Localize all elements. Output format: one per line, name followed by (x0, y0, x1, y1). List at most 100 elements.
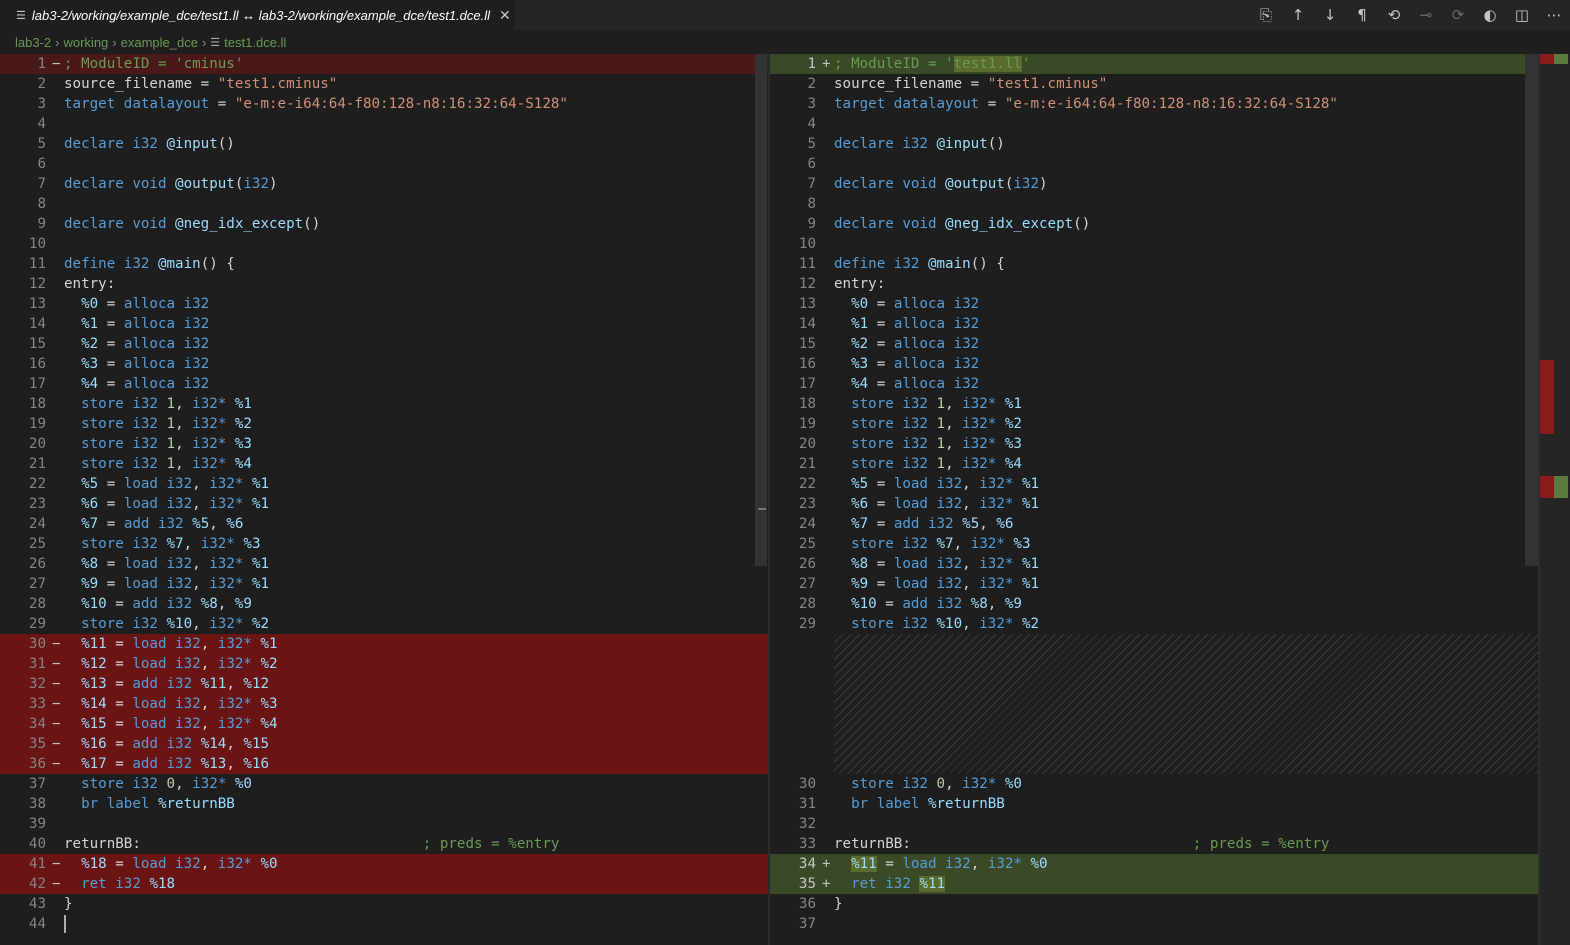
code-line[interactable]: 3 target datalayout = "e-m:e-i64:64-f80:1… (0, 94, 768, 114)
code-line[interactable]: 28 %10 = add i32 %8, %9 (770, 594, 1540, 614)
code-line[interactable]: 36− %17 = add i32 %13, %16 (0, 754, 768, 774)
code-line[interactable]: 16 %3 = alloca i32 (0, 354, 768, 374)
code-line[interactable]: 20 store i32 1, i32* %3 (0, 434, 768, 454)
code-line[interactable]: 18 store i32 1, i32* %1 (770, 394, 1540, 414)
breadcrumb-item[interactable]: lab3-2 (15, 35, 51, 50)
compare-icon[interactable]: ◐ (1474, 0, 1506, 30)
code-line[interactable]: 19 store i32 1, i32* %2 (0, 414, 768, 434)
code-line[interactable]: 4 (0, 114, 768, 134)
code-line[interactable]: 16 %3 = alloca i32 (770, 354, 1540, 374)
code-line[interactable]: 44 (0, 914, 768, 934)
toggle-whitespace-icon[interactable]: ¶ (1346, 0, 1378, 30)
code-line[interactable]: 18 store i32 1, i32* %1 (0, 394, 768, 414)
code-line[interactable]: 31− %12 = load i32, i32* %2 (0, 654, 768, 674)
code-line[interactable]: 38 br label %returnBB (0, 794, 768, 814)
code-line[interactable]: 32 (770, 814, 1540, 834)
code-line[interactable]: 10 (770, 234, 1540, 254)
code-line[interactable]: 23 %6 = load i32, i32* %1 (770, 494, 1540, 514)
code-line[interactable]: 33 returnBB: ; preds = %entry (770, 834, 1540, 854)
code-line[interactable]: 34− %15 = load i32, i32* %4 (0, 714, 768, 734)
next-change-icon[interactable]: ↓ (1314, 0, 1346, 30)
right-scrollbar[interactable] (1525, 54, 1539, 566)
code-line[interactable]: 13 %0 = alloca i32 (770, 294, 1540, 314)
breadcrumb-item[interactable]: working (63, 35, 108, 50)
revert-right-icon[interactable]: ⟳ (1442, 0, 1474, 30)
previous-change-icon[interactable]: ↑ (1282, 0, 1314, 30)
tab-diff-editor[interactable]: ☰ lab3-2/working/example_dce/test1.ll ↔ … (0, 0, 515, 30)
code-line[interactable]: 22 %5 = load i32, i32* %1 (770, 474, 1540, 494)
code-line[interactable]: 32− %13 = add i32 %11, %12 (0, 674, 768, 694)
code-line[interactable]: 33− %14 = load i32, i32* %3 (0, 694, 768, 714)
code-line[interactable]: 29 store i32 %10, i32* %2 (0, 614, 768, 634)
code-line[interactable]: 43} (0, 894, 768, 914)
code-line[interactable]: 40 returnBB: ; preds = %entry (0, 834, 768, 854)
left-scrollbar[interactable] (755, 54, 767, 566)
code-line[interactable]: 14 %1 = alloca i32 (0, 314, 768, 334)
code-line[interactable]: 9 declare void @neg_idx_except() (0, 214, 768, 234)
close-icon[interactable]: ✕ (499, 7, 511, 24)
code-line[interactable]: 24 %7 = add i32 %5, %6 (770, 514, 1540, 534)
code-line[interactable]: 2 source_filename = "test1.cminus" (770, 74, 1540, 94)
code-line[interactable]: 21 store i32 1, i32* %4 (770, 454, 1540, 474)
code-line[interactable]: 15 %2 = alloca i32 (0, 334, 768, 354)
code-line[interactable]: 7 declare void @output(i32) (0, 174, 768, 194)
code-line[interactable]: 17 %4 = alloca i32 (770, 374, 1540, 394)
code-line[interactable]: 25 store i32 %7, i32* %3 (770, 534, 1540, 554)
code-line[interactable]: 30 store i32 0, i32* %0 (770, 774, 1540, 794)
code-line[interactable]: 42− ret i32 %18 (0, 874, 768, 894)
code-line[interactable]: 24 %7 = add i32 %5, %6 (0, 514, 768, 534)
code-line[interactable]: 26 %8 = load i32, i32* %1 (0, 554, 768, 574)
code-line[interactable]: 10 (0, 234, 768, 254)
code-line[interactable]: 31 br label %returnBB (770, 794, 1540, 814)
code-line[interactable]: 36} (770, 894, 1540, 914)
breadcrumb-item[interactable]: example_dce (121, 35, 198, 50)
code-line[interactable]: 8 (770, 194, 1540, 214)
code-line[interactable]: 5 declare i32 @input() (770, 134, 1540, 154)
code-line[interactable]: 3 target datalayout = "e-m:e-i64:64-f80:1… (770, 94, 1540, 114)
code-line[interactable]: 37 store i32 0, i32* %0 (0, 774, 768, 794)
code-line[interactable]: 41− %18 = load i32, i32* %0 (0, 854, 768, 874)
code-line[interactable]: 22 %5 = load i32, i32* %1 (0, 474, 768, 494)
inline-change-icon[interactable]: ⊸ (1410, 0, 1442, 30)
code-line[interactable]: 5 declare i32 @input() (0, 134, 768, 154)
code-line[interactable]: 15 %2 = alloca i32 (770, 334, 1540, 354)
code-line[interactable]: 6 (770, 154, 1540, 174)
split-editor-icon[interactable]: ◫ (1506, 0, 1538, 30)
revert-left-icon[interactable]: ⟲ (1378, 0, 1410, 30)
open-file-icon[interactable]: ⎘ (1250, 0, 1282, 30)
code-line[interactable]: 28 %10 = add i32 %8, %9 (0, 594, 768, 614)
code-line[interactable]: 35− %16 = add i32 %14, %15 (0, 734, 768, 754)
more-actions-icon[interactable]: ⋯ (1538, 0, 1570, 30)
code-line[interactable]: 27 %9 = load i32, i32* %1 (770, 574, 1540, 594)
original-editor[interactable]: 1−; ModuleID = 'cminus' 2 source_filename … (0, 54, 768, 945)
code-line[interactable]: 21 store i32 1, i32* %4 (0, 454, 768, 474)
code-line[interactable]: 13 %0 = alloca i32 (0, 294, 768, 314)
code-line[interactable]: 34 + %11 = load i32, i32* %0 (770, 854, 1540, 874)
code-line[interactable]: 20 store i32 1, i32* %3 (770, 434, 1540, 454)
code-line[interactable]: 25 store i32 %7, i32* %3 (0, 534, 768, 554)
code-line[interactable]: 11 define i32 @main() { (770, 254, 1540, 274)
code-line[interactable]: 2 source_filename = "test1.cminus" (0, 74, 768, 94)
code-line[interactable]: 19 store i32 1, i32* %2 (770, 414, 1540, 434)
code-line[interactable]: 23 %6 = load i32, i32* %1 (0, 494, 768, 514)
code-line[interactable]: 17 %4 = alloca i32 (0, 374, 768, 394)
code-line[interactable]: 8 (0, 194, 768, 214)
code-line[interactable]: 29 store i32 %10, i32* %2 (770, 614, 1540, 634)
code-line[interactable]: 30− %11 = load i32, i32* %1 (0, 634, 768, 654)
code-line[interactable]: 39 (0, 814, 768, 834)
code-line[interactable]: 14 %1 = alloca i32 (770, 314, 1540, 334)
code-line[interactable]: 9 declare void @neg_idx_except() (770, 214, 1540, 234)
code-line[interactable]: 27 %9 = load i32, i32* %1 (0, 574, 768, 594)
code-line[interactable]: 35 + ret i32 %11 (770, 874, 1540, 894)
code-line[interactable]: 11 define i32 @main() { (0, 254, 768, 274)
code-line[interactable]: 1−; ModuleID = 'cminus' (0, 54, 768, 74)
modified-editor[interactable]: 1 +; ModuleID = 'test1.ll' 2 source_filenam… (770, 54, 1540, 945)
code-line[interactable]: 26 %8 = load i32, i32* %1 (770, 554, 1540, 574)
overview-ruler[interactable] (1540, 54, 1570, 945)
code-line[interactable]: 37 (770, 914, 1540, 934)
code-line[interactable]: 7 declare void @output(i32) (770, 174, 1540, 194)
code-line[interactable]: 1 +; ModuleID = 'test1.ll' (770, 54, 1540, 74)
breadcrumb-item[interactable]: test1.dce.ll (224, 35, 286, 50)
code-line[interactable]: 12 entry: (770, 274, 1540, 294)
code-line[interactable]: 12 entry: (0, 274, 768, 294)
